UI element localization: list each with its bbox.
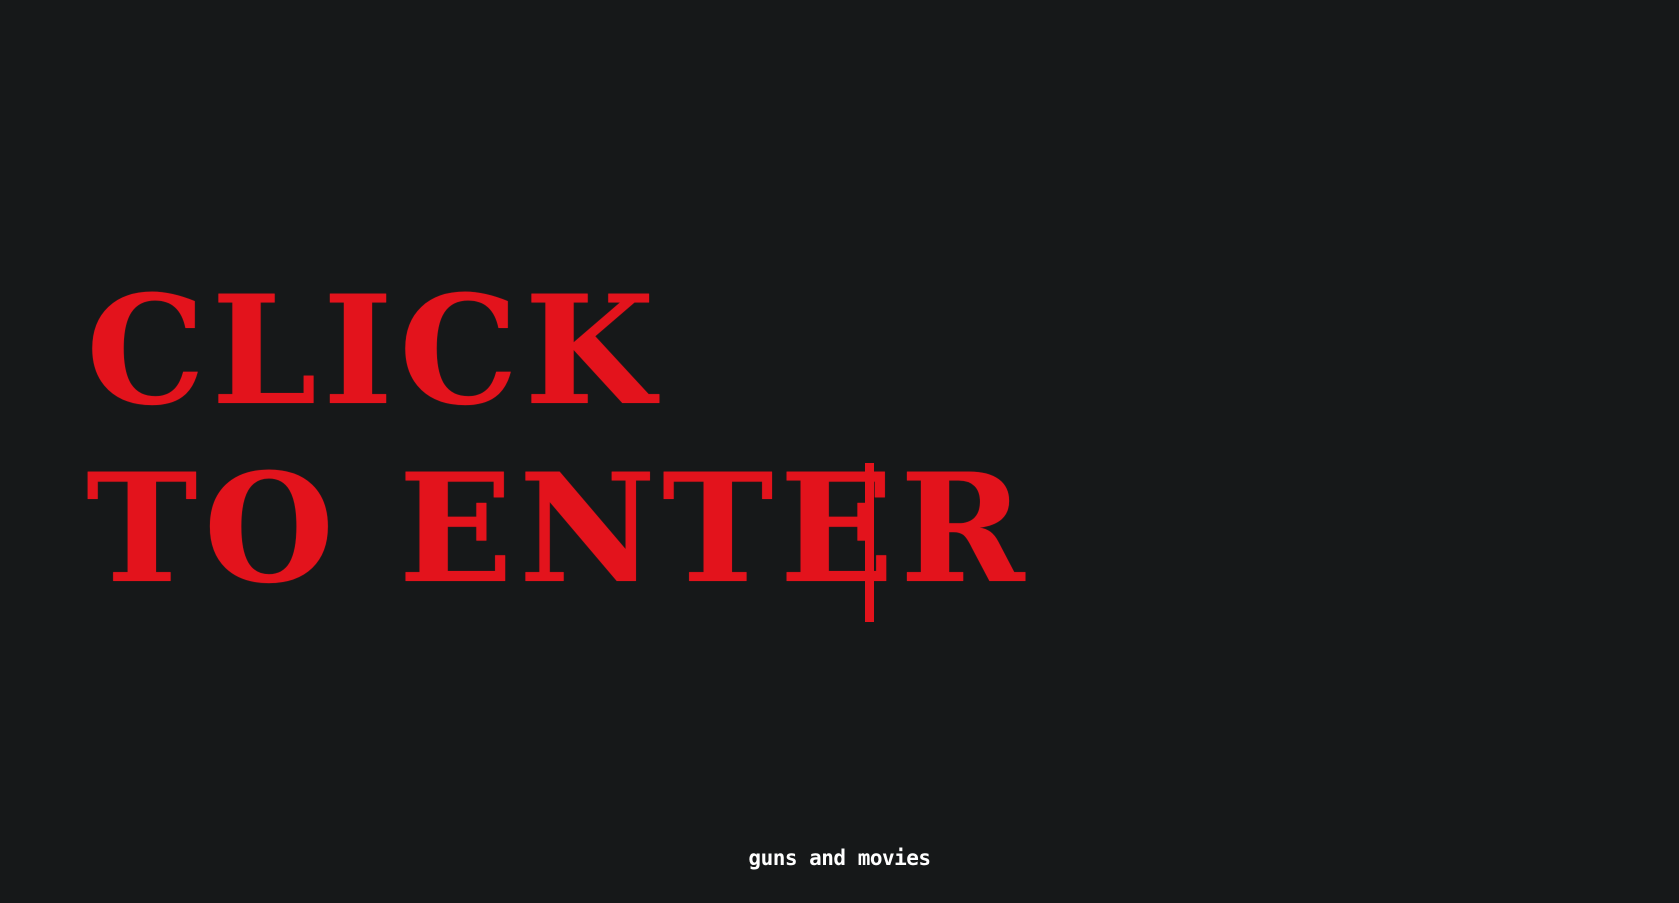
text-cursor-icon	[865, 463, 874, 622]
enter-splash-page[interactable]: CLICK TO ENTER guns and movies	[0, 0, 1679, 903]
hero-line-2: TO ENTER	[86, 441, 1031, 617]
hero-line-1: CLICK	[86, 263, 661, 439]
site-name-footer: guns and movies	[748, 846, 931, 870]
click-to-enter-link[interactable]: CLICK TO ENTER	[86, 262, 1031, 618]
